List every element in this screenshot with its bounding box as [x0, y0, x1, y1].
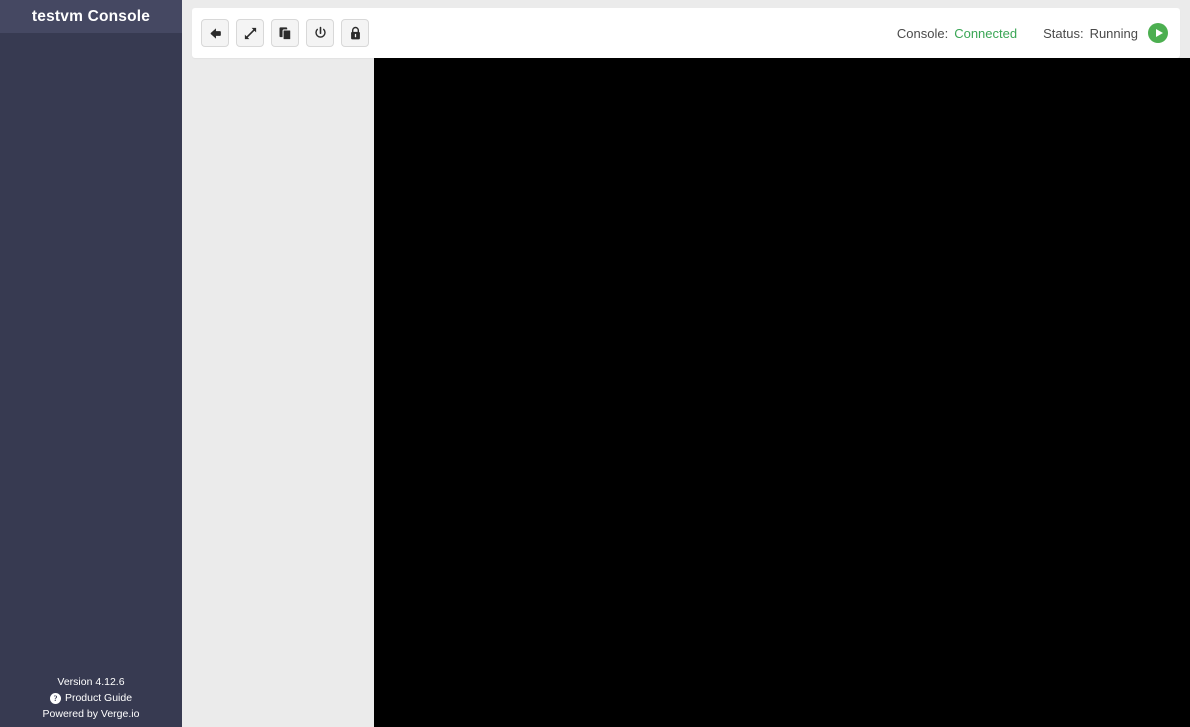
powered-by-text: Powered by Verge.io: [42, 708, 140, 720]
power-icon: [314, 26, 326, 38]
product-guide-link[interactable]: ? Product Guide: [0, 690, 182, 706]
vm-status-value: Running: [1089, 25, 1138, 41]
sidebar-footer: Version 4.12.6 ? Product Guide Powered b…: [0, 674, 182, 722]
sidebar-title: testvm Console: [0, 0, 182, 33]
copy-paste-button[interactable]: [271, 19, 299, 47]
clipboard-copy-icon: [279, 26, 291, 40]
fullscreen-button[interactable]: [236, 19, 264, 47]
status-label: Status:: [1043, 25, 1084, 41]
terminal-output[interactable]: [374, 58, 1190, 727]
console-toolbar: Console: Connected Status: Running: [192, 8, 1180, 58]
console-terminal-area: [374, 58, 1190, 727]
arrow-left-icon: [210, 27, 221, 39]
keyboard-lock-icon: [350, 26, 360, 39]
console-page: testvm Console Version 4.12.6 ? Product …: [0, 0, 1190, 727]
sidebar: testvm Console Version 4.12.6 ? Product …: [0, 0, 182, 727]
main-content: Console: Connected Status: Running: [182, 0, 1190, 727]
console-label: Console:: [896, 25, 949, 41]
back-button[interactable]: [201, 19, 229, 47]
version-text: Version 4.12.6: [57, 676, 125, 688]
product-guide-label: Product Guide: [64, 692, 133, 704]
power-button[interactable]: [306, 19, 334, 47]
send-keys-button[interactable]: [341, 19, 369, 47]
play-circle-icon[interactable]: [1148, 23, 1168, 43]
help-circle-icon: ?: [49, 692, 61, 704]
console-status-value: Connected: [954, 25, 1018, 41]
console-status-group: Console: Connected Status: Running: [897, 23, 1168, 43]
expand-diagonal-icon: [244, 27, 256, 39]
sidebar-nav: [0, 33, 182, 43]
